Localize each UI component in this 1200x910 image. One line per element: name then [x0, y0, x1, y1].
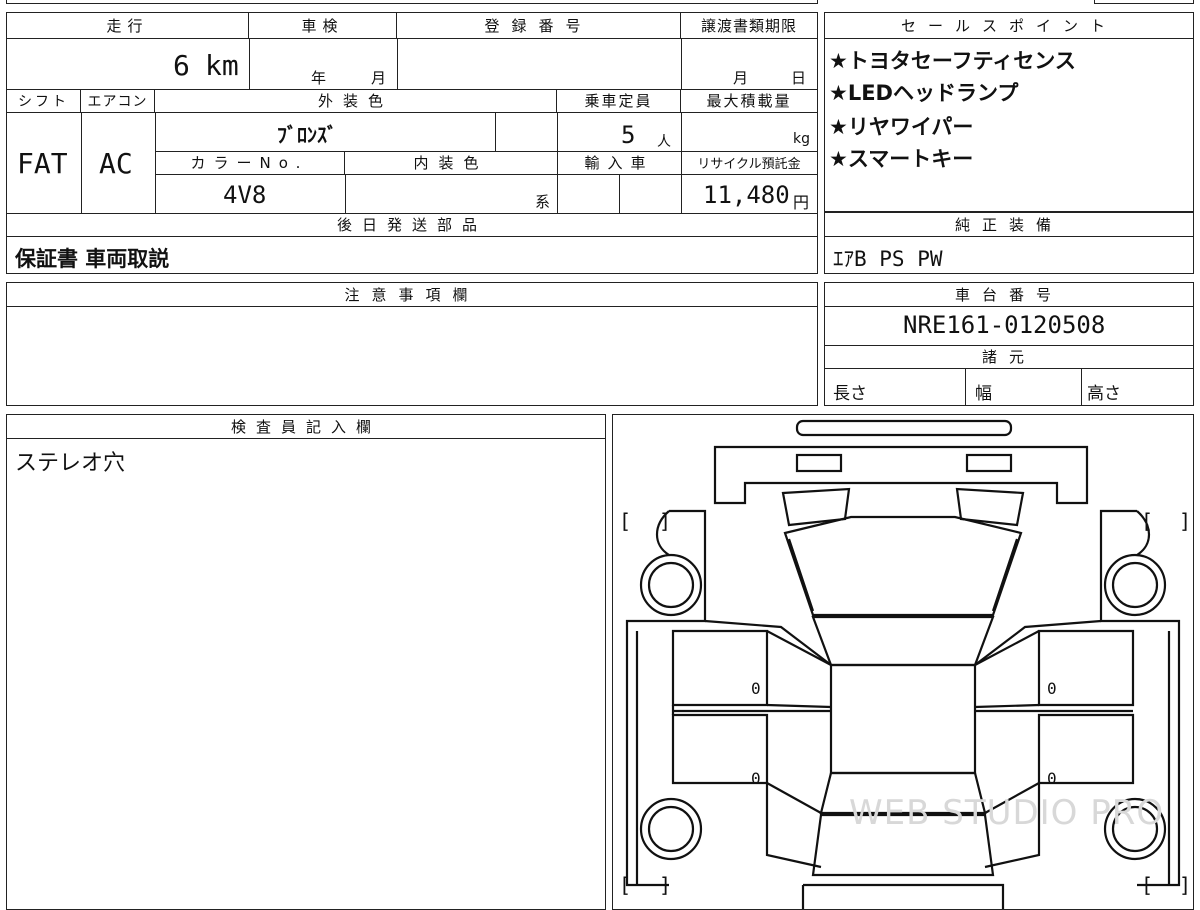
inspector-value: ステレオ穴: [15, 451, 126, 476]
header-sales-points: セールスポイント: [825, 13, 1193, 39]
genuine-equipment-box: 純正装備 ｴｱB PS PW: [824, 212, 1194, 274]
exterior-color-value: ﾌﾞﾛﾝｽﾞ: [277, 123, 337, 147]
bracket-close-rear-left: ]: [659, 873, 672, 897]
door-mark: 0: [1047, 769, 1057, 788]
header-max-load: 最大積載量: [681, 89, 817, 113]
mileage-unit: km: [205, 49, 239, 82]
top-strip-right: [1094, 0, 1194, 4]
mileage-value: 6: [173, 49, 190, 82]
max-load-unit: kg: [793, 131, 810, 147]
header-later-parts: 後日発送部品: [7, 213, 817, 237]
header-color-no: カラーNo.: [155, 151, 345, 175]
inspector-box: 検査員記入欄 ステレオ穴: [6, 414, 606, 910]
header-exterior-color: 外装色: [155, 89, 557, 113]
bracket-open-rear-right: [: [1141, 873, 1154, 897]
chassis-specs-box: 車台番号 NRE161-0120508 諸元 長さ 幅 高さ: [824, 282, 1194, 406]
vehicle-damage-diagram: [ ] [ ] [ ] [ ] 0 0 0 0 WEB STUDIO PRO: [612, 414, 1194, 910]
chassis-value: NRE161-0120508: [903, 311, 1106, 339]
car-outline-diagram: [625, 419, 1181, 909]
header-genuine-equipment: 純正装備: [825, 213, 1193, 237]
transfer-day-label: 日: [791, 69, 807, 87]
header-chassis: 車台番号: [825, 283, 1193, 307]
header-mileage: 走行: [7, 13, 249, 39]
door-mark: 0: [751, 769, 761, 788]
bracket-close-front-left: ]: [659, 509, 672, 533]
shift-value: FAT: [17, 147, 68, 180]
sales-point-item: ★リヤワイパー: [829, 115, 974, 139]
bracket-close-rear-right: ]: [1179, 873, 1192, 897]
notes-box: 注意事項欄: [6, 282, 818, 406]
header-recycle: リサイクル預託金: [681, 151, 817, 175]
sales-point-item: ★トヨタセーフティセンス: [829, 49, 1076, 73]
later-parts-value: 保証書 車両取説: [15, 247, 170, 271]
genuine-equipment-value: ｴｱB PS PW: [833, 247, 943, 271]
capacity-unit: 人: [657, 134, 671, 150]
header-shift: シフト: [7, 89, 81, 113]
interior-suffix: 系: [535, 193, 551, 211]
header-registration: 登録番号: [397, 13, 681, 39]
header-capacity: 乗車定員: [557, 89, 681, 113]
color-no-value: 4V8: [223, 181, 267, 209]
sales-point-item: ★LEDヘッドランプ: [829, 81, 1019, 105]
header-import: 輸入車: [557, 151, 681, 175]
door-mark: 0: [1047, 679, 1057, 698]
inspection-month-label: 月: [371, 69, 387, 87]
door-mark: 0: [751, 679, 761, 698]
aircon-value: AC: [99, 147, 133, 180]
header-specs: 諸元: [825, 345, 1193, 369]
sales-point-item: ★スマートキー: [829, 147, 974, 171]
header-inspection: 車検: [249, 13, 397, 39]
inspection-year-label: 年: [311, 69, 327, 87]
header-aircon: エアコン: [81, 89, 155, 113]
transfer-month-label: 月: [733, 69, 749, 87]
bracket-open-rear-left: [: [619, 873, 632, 897]
vehicle-info-table: 走行 車検 登録番号 譲渡書類期限 6 km 年 月 月 日 シフト エアコン …: [6, 12, 818, 274]
header-notes: 注意事項欄: [7, 283, 817, 307]
spec-height-label: 高さ: [1087, 384, 1121, 404]
recycle-unit: 円: [793, 193, 810, 212]
header-interior-color: 内装色: [345, 151, 557, 175]
top-strip: [6, 0, 818, 4]
spec-width-label: 幅: [975, 384, 992, 404]
header-inspector: 検査員記入欄: [7, 415, 605, 439]
bracket-open-front-left: [: [619, 509, 632, 533]
header-transfer-deadline: 譲渡書類期限: [681, 13, 817, 39]
watermark: WEB STUDIO PRO: [849, 793, 1165, 833]
bracket-open-front-right: [: [1141, 509, 1154, 533]
bracket-close-front-right: ]: [1179, 509, 1192, 533]
sales-points-box: セールスポイント ★トヨタセーフティセンス ★LEDヘッドランプ ★リヤワイパー…: [824, 12, 1194, 212]
capacity-value: 5: [621, 121, 636, 149]
recycle-value: 11,480: [703, 181, 790, 209]
spec-length-label: 長さ: [833, 384, 867, 404]
